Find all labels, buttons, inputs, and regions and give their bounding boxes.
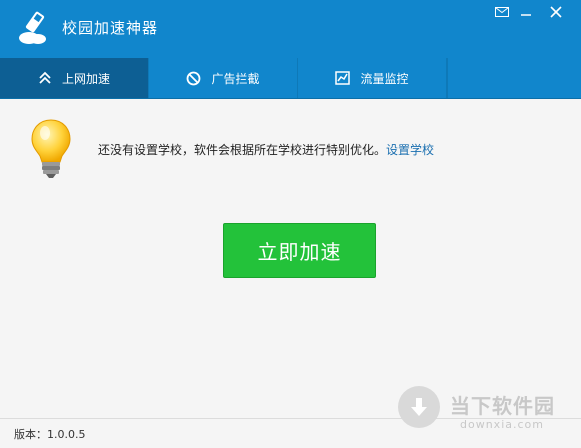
app-title: 校园加速神器 [62,19,159,37]
block-icon [187,71,201,85]
title-bar: 校园加速神器 [0,0,581,58]
lightbulb-icon [31,119,71,178]
tab-label: 流量监控 [360,71,409,86]
download-arrow-icon [398,386,440,428]
tab-internet-acceleration[interactable]: 上网加速 [0,58,149,98]
tab-traffic-monitor[interactable]: 流量监控 [298,58,447,98]
close-button[interactable] [544,2,568,22]
notice-text: 还没有设置学校，软件会根据所在学校进行特别优化。 [98,143,387,157]
accelerate-now-button[interactable]: 立即加速 [223,223,376,278]
tab-label: 上网加速 [61,71,110,86]
mail-icon [495,7,509,17]
double-chevron-up-icon [39,71,51,84]
close-icon [550,6,562,18]
feedback-button[interactable] [490,2,514,22]
version-label: 版本：1.0.0.5 [14,428,86,441]
watermark-title: 当下软件园 [450,394,555,418]
chart-icon [335,71,351,85]
app-logo-icon [19,11,46,44]
minimize-icon [521,14,531,16]
set-school-link[interactable]: 设置学校 [386,143,434,157]
tab-label: 广告拦截 [211,71,260,86]
tab-ad-blocking[interactable]: 广告拦截 [149,58,298,98]
school-notice: 还没有设置学校，软件会根据所在学校进行特别优化。设置学校 [98,141,434,158]
watermark-url: downxia.com [460,418,544,431]
watermark: 当下软件园 downxia.com [398,384,578,440]
tab-bar: 上网加速 广告拦截 流量监控 [0,58,581,99]
minimize-button[interactable] [514,2,538,22]
tab-bar-filler [447,58,581,98]
